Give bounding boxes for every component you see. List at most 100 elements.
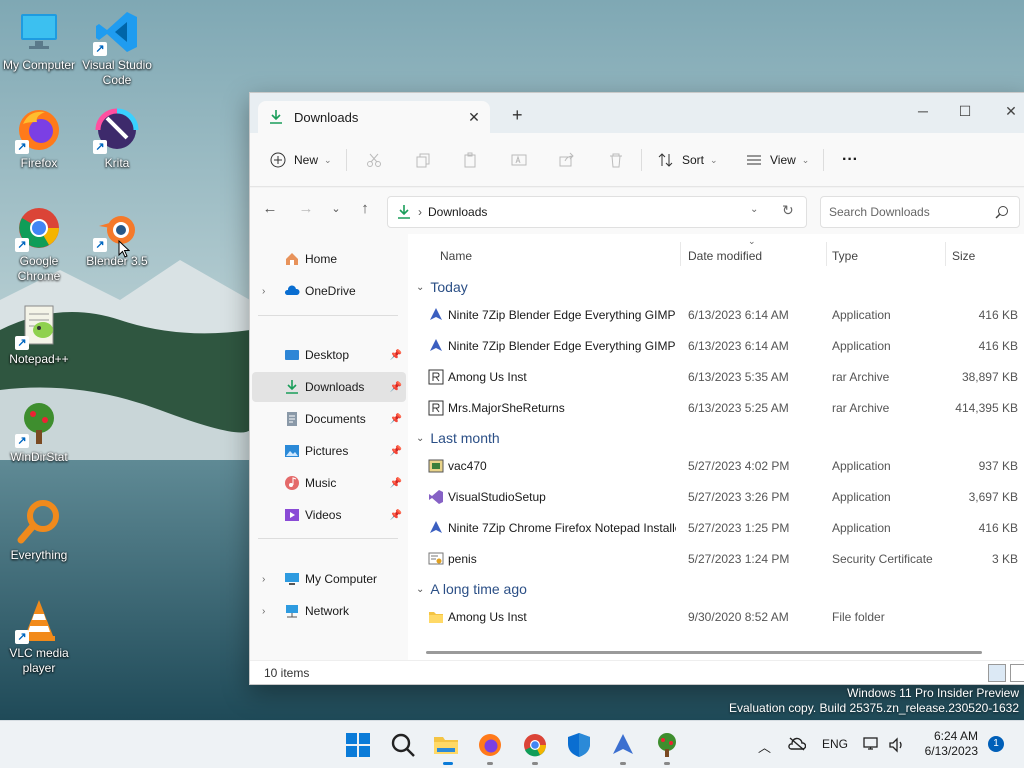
column-divider[interactable] [680, 242, 681, 266]
sidebar-item-pictures[interactable]: Pictures 📌 [252, 436, 406, 466]
copy-button[interactable] [415, 147, 431, 173]
language-indicator[interactable]: ENG [822, 737, 848, 751]
file-row[interactable]: VisualStudioSetup 5/27/2023 3:26 PM Appl… [408, 482, 1024, 512]
view-button[interactable]: View ⌄ [746, 147, 809, 173]
file-row[interactable]: Mrs.MajorSheReturns 6/13/2023 5:25 AM ra… [408, 393, 1024, 423]
search-box[interactable]: Search Downloads [820, 196, 1020, 228]
file-row[interactable]: Among Us Inst 6/13/2023 5:35 AM rar Arch… [408, 362, 1024, 392]
sidebar-item-network[interactable]: › Network [252, 596, 406, 626]
column-divider[interactable] [826, 242, 827, 266]
watermark-line: Evaluation copy. Build 25375.zn_release.… [729, 701, 1019, 715]
column-header-date[interactable]: Date modified [688, 249, 762, 263]
file-date: 5/27/2023 4:02 PM [688, 459, 790, 473]
desktop-icon-chrome[interactable]: ↗ Google Chrome [0, 204, 78, 284]
expand-chevron-icon[interactable]: › [262, 286, 265, 297]
network-tray-icon[interactable] [862, 737, 880, 756]
windirstat-icon [658, 733, 676, 757]
sidebar-item-videos[interactable]: Videos 📌 [252, 500, 406, 530]
desktop-icon-firefox[interactable]: ↗ Firefox [0, 106, 78, 171]
sidebar-item-desktop[interactable]: Desktop 📌 [252, 340, 406, 370]
refresh-icon[interactable]: ↻ [782, 202, 794, 219]
group-header-today[interactable]: ⌄ Today [416, 276, 468, 298]
forward-button[interactable]: → [294, 200, 318, 217]
rename-button[interactable] [511, 147, 527, 173]
delete-button[interactable] [608, 147, 624, 173]
minimize-button[interactable]: ─ [900, 97, 946, 125]
cut-button[interactable] [366, 147, 382, 173]
taskbar-firefox[interactable] [477, 732, 503, 758]
address-history-chevron-icon[interactable]: ⌄ [750, 204, 758, 215]
details-view-button[interactable] [988, 664, 1006, 682]
expand-chevron-icon[interactable]: › [262, 574, 265, 585]
monitor-icon [285, 573, 299, 585]
sidebar-item-music[interactable]: Music 📌 [252, 468, 406, 498]
file-row[interactable]: Ninite 7Zip Blender Edge Everything GIMP… [408, 300, 1024, 330]
sidebar-item-downloads[interactable]: Downloads 📌 [252, 372, 406, 402]
maximize-button[interactable]: ☐ [942, 97, 988, 125]
volume-tray-icon[interactable] [888, 737, 906, 756]
close-window-button[interactable]: ✕ [988, 97, 1024, 125]
desktop-icon-vscode[interactable]: ↗ Visual Studio Code [78, 8, 156, 88]
column-divider[interactable] [945, 242, 946, 266]
horizontal-scrollbar[interactable] [426, 651, 982, 654]
search-button[interactable] [390, 732, 416, 758]
sidebar-item-documents[interactable]: Documents 📌 [252, 404, 406, 434]
shortcut-arrow-icon: ↗ [93, 140, 107, 154]
new-button[interactable]: New ⌄ [270, 147, 332, 173]
taskbar-ninite[interactable] [610, 732, 636, 758]
notification-badge[interactable]: 1 [988, 736, 1004, 752]
taskbar-chrome[interactable] [522, 732, 548, 758]
file-row[interactable]: Ninite 7Zip Blender Edge Everything GIMP… [408, 331, 1024, 361]
breadcrumb[interactable]: Downloads [428, 205, 487, 219]
desktop-icon-blender[interactable]: ↗ Blender 3.5 [78, 204, 156, 269]
show-hidden-icons-button[interactable]: ︿ [758, 737, 771, 756]
tab-downloads[interactable]: Downloads ✕ [258, 101, 490, 133]
column-header-type[interactable]: Type [832, 249, 858, 263]
sort-button[interactable]: Sort ⌄ [658, 147, 718, 173]
taskbar-windirstat[interactable] [654, 732, 680, 758]
new-button-label: New [294, 153, 319, 167]
new-tab-button[interactable]: + [512, 105, 523, 126]
start-button[interactable] [345, 732, 371, 758]
sidebar-item-my-computer[interactable]: › My Computer [252, 564, 406, 594]
column-header-name[interactable]: Name [440, 249, 472, 263]
recent-locations-button[interactable]: ⌄ [324, 202, 348, 215]
file-row[interactable]: penis 5/27/2023 1:24 PM Security Certifi… [408, 544, 1024, 574]
evaluation-watermark: Windows 11 Pro Insider Preview Evaluatio… [729, 686, 1019, 716]
search-input[interactable]: Search Downloads [829, 205, 930, 219]
taskbar-file-explorer[interactable] [433, 732, 459, 758]
paste-button[interactable] [462, 147, 478, 173]
back-button[interactable]: ← [258, 200, 282, 217]
close-tab-icon[interactable]: ✕ [462, 109, 486, 126]
shortcut-arrow-icon: ↗ [15, 336, 29, 350]
share-button[interactable] [559, 147, 575, 173]
desktop-icon-notepadpp[interactable]: ↗ Notepad++ [0, 302, 78, 367]
file-row[interactable]: Ninite 7Zip Chrome Firefox Notepad Insta… [408, 513, 1024, 543]
sidebar-item-onedrive[interactable]: › OneDrive [252, 276, 406, 306]
file-row[interactable]: Among Us Inst 9/30/2020 8:52 AM File fol… [408, 602, 1024, 632]
clock[interactable]: 6:24 AM 6/13/2023 [914, 729, 978, 759]
group-header-last-month[interactable]: ⌄ Last month [416, 427, 500, 449]
expand-chevron-icon[interactable]: › [262, 606, 265, 617]
sidebar-item-home[interactable]: Home [252, 244, 406, 274]
desktop-icon-windirstat[interactable]: ↗ WinDirStat [0, 400, 78, 465]
address-bar[interactable]: › Downloads ⌄ ↻ [387, 196, 807, 228]
desktop-folder-icon [285, 350, 299, 360]
file-row[interactable]: vac470 5/27/2023 4:02 PM Application 937… [408, 451, 1024, 481]
sidebar-item-label: Videos [305, 508, 342, 522]
file-name: Ninite 7Zip Chrome Firefox Notepad Insta… [448, 521, 676, 535]
taskbar-defender[interactable] [566, 732, 592, 758]
group-title: Today [430, 279, 468, 295]
desktop-icon-everything[interactable]: Everything [0, 498, 78, 563]
onedrive-tray-icon[interactable] [788, 737, 807, 754]
desktop-icon-krita[interactable]: ↗ Krita [78, 106, 156, 171]
column-header-size[interactable]: Size [952, 249, 975, 263]
file-name: Mrs.MajorSheReturns [448, 401, 565, 415]
up-button[interactable]: ↑ [353, 200, 377, 217]
more-options-button[interactable]: ··· [842, 147, 858, 173]
desktop-icon-my-computer[interactable]: My Computer [0, 8, 78, 73]
group-header-long-ago[interactable]: ⌄ A long time ago [416, 578, 527, 600]
folder-icon [434, 737, 458, 754]
desktop-icon-vlc[interactable]: ↗ VLC media player [0, 596, 78, 676]
tiles-view-button[interactable] [1010, 664, 1024, 682]
